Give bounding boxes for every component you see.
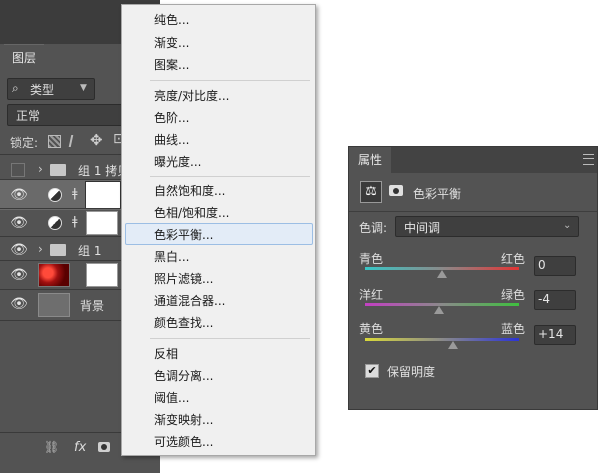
blend-mode-value: 正常 [16,109,41,123]
search-icon: ⌕ [12,81,19,95]
menu-item-threshold[interactable]: 阈值... [154,389,189,406]
divider [349,211,597,212]
magenta-green-value-field[interactable]: -4 [534,290,576,310]
menu-item-invert[interactable]: 反相 [154,345,178,362]
menu-item-levels[interactable]: 色阶... [154,109,189,126]
panel-menu-icon[interactable] [583,154,594,165]
menu-item-brightness-contrast[interactable]: 亮度/对比度... [154,87,230,104]
layer-name: 组 1 [78,244,102,258]
eye-icon[interactable]: 👁 [10,241,28,259]
link-icon[interactable]: ǂ [72,214,78,228]
tone-dropdown[interactable]: 中间调 ⌄ [395,216,579,237]
preserve-luminosity-checkbox[interactable]: ✔ [365,364,379,378]
chevron-down-icon: ▼ [80,83,87,93]
layer-name: 背景 [80,299,105,313]
preserve-luminosity-label: 保留明度 [387,365,436,379]
fx-button[interactable]: fx [74,440,86,455]
cyan-red-value-field[interactable]: 0 [534,256,576,276]
tab-properties[interactable]: 属性 [349,147,391,173]
menu-separator [150,80,310,81]
tab-layers[interactable]: 图层 [4,44,44,71]
menu-item-gradient-map[interactable]: 渐变映射... [154,411,213,428]
menu-separator [150,176,310,177]
adjustment-layer-menu: 纯色... 渐变... 图案... 亮度/对比度... 色阶... 曲线... … [121,4,316,456]
layer-image-thumbnail [38,263,70,287]
link-icon[interactable]: ǂ [72,186,78,200]
properties-title: 色彩平衡 [413,187,462,201]
adjustment-layer-icon [48,188,62,202]
lock-label: 锁定: [10,136,39,150]
folder-icon [50,164,66,176]
yellow-blue-value-field[interactable]: +14 [534,325,576,345]
menu-item-photo-filter[interactable]: 照片滤镜... [154,270,213,287]
menu-item-posterize[interactable]: 色调分离... [154,367,213,384]
chevron-down-icon: ⌄ [563,220,572,231]
yellow-blue-value: +14 [538,327,564,341]
eye-icon[interactable]: 👁 [10,214,28,232]
yellow-blue-slider-handle[interactable] [447,341,458,349]
layer-filter-label: 类型 [30,83,55,97]
mask-icon[interactable] [389,185,403,196]
menu-item-black-white[interactable]: 黑白... [154,248,189,265]
layer-mask-thumbnail[interactable] [86,263,118,287]
layer-mask-thumbnail[interactable] [86,211,118,235]
blend-mode-dropdown[interactable]: 正常 [7,104,123,126]
lock-transparent-pixels-icon[interactable] [48,135,61,148]
color-balance-icon[interactable]: ⚖ [360,181,382,203]
yellow-blue-slider-track[interactable] [365,338,519,341]
layer-mask-thumbnail[interactable] [85,181,121,209]
lock-position-icon[interactable]: ✥ [90,131,103,149]
eye-icon[interactable]: 👁 [10,266,28,284]
link-layers-icon[interactable]: ⛓ [44,440,59,454]
visibility-toggle-off[interactable] [11,163,25,177]
chevron-right-icon[interactable]: › [38,162,43,176]
menu-item-channel-mixer[interactable]: 通道混合器... [154,292,225,309]
menu-separator [150,338,310,339]
folder-icon [50,244,66,256]
slider-right-label: 蓝色 [501,322,526,336]
tone-label: 色调: [359,221,388,235]
layer-filter-dropdown[interactable]: ⌕ 类型 ▼ [7,78,95,100]
magenta-green-value: -4 [538,292,550,306]
slider-left-label: 黄色 [359,322,384,336]
adjustment-layer-icon [48,216,62,230]
menu-item-hue-saturation[interactable]: 色相/饱和度... [154,204,230,221]
cyan-red-slider-handle[interactable] [437,270,447,278]
lock-image-pixels-icon[interactable] [68,135,82,147]
menu-item-color-lookup[interactable]: 颜色查找... [154,314,213,331]
menu-item-pattern[interactable]: 图案... [154,56,189,73]
slider-left-label: 洋红 [359,288,384,302]
tone-value: 中间调 [404,221,441,235]
menu-item-gradient[interactable]: 渐变... [154,34,189,51]
menu-item-exposure[interactable]: 曝光度... [154,153,201,170]
chevron-right-icon[interactable]: › [38,242,43,256]
menu-item-solid-color[interactable]: 纯色... [154,11,189,28]
slider-left-label: 青色 [359,252,384,266]
cyan-red-value: 0 [538,258,546,272]
eye-icon[interactable]: 👁 [10,295,28,313]
magenta-green-slider-handle[interactable] [433,306,444,314]
menu-item-curves[interactable]: 曲线... [154,131,189,148]
properties-panel: 属性 ⚖ 色彩平衡 色调: 中间调 ⌄ 青色 红色 0 洋红 绿色 -4 黄色 … [348,146,598,410]
background-thumbnail [38,293,70,317]
menu-item-vibrance[interactable]: 自然饱和度... [154,182,225,199]
add-mask-icon[interactable] [98,442,110,452]
menu-item-selective-color[interactable]: 可选颜色... [154,433,213,450]
slider-right-label: 红色 [501,252,526,266]
menu-item-color-balance[interactable]: 色彩平衡... [154,226,213,243]
eye-icon[interactable]: 👁 [10,186,28,204]
slider-right-label: 绿色 [501,288,526,302]
